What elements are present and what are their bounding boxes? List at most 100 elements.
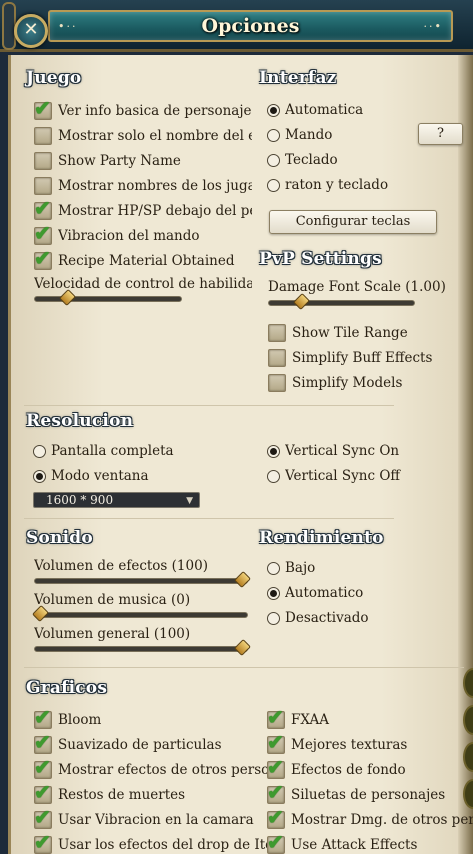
juego-option-1[interactable]: Mostrar solo el nombre del equ [34, 126, 252, 146]
checkbox[interactable]: ✔ [34, 830, 52, 854]
checkbox[interactable]: ✔ [267, 730, 285, 754]
volume-slider-1[interactable] [32, 605, 248, 622]
checkbox[interactable] [268, 374, 286, 392]
graphics-right-option-3[interactable]: ✔ Siluetas de personajes [267, 780, 473, 805]
volume-slider-2[interactable] [34, 639, 251, 656]
checkbox-label: Mostrar Dmg. de otros personajes [291, 812, 473, 828]
juego-option-4[interactable]: ✔ Mostrar HP/SP debajo del perso [34, 196, 252, 221]
damage-font-slider[interactable] [268, 293, 415, 310]
checkbox[interactable]: ✔ [34, 196, 52, 220]
radio-label: Modo ventana [51, 468, 149, 484]
juego-option-2[interactable]: Show Party Name [34, 151, 252, 171]
checkbox-label: Siluetas de personajes [291, 787, 446, 803]
skill-speed-slider[interactable] [34, 289, 182, 306]
section-rendimiento-header: Rendimiento [259, 528, 384, 548]
checkmark-icon: ✔ [267, 780, 284, 804]
pvp-option-0[interactable]: Show Tile Range [268, 323, 448, 343]
checkmark-icon: ✔ [34, 755, 51, 779]
checkbox[interactable]: ✔ [267, 780, 285, 804]
section-pvp-header: PvP Settings [259, 249, 382, 269]
checkbox[interactable]: ✔ [267, 830, 285, 854]
interfaz-option-2[interactable]: Teclado [267, 150, 417, 170]
checkbox[interactable]: ✔ [34, 96, 52, 120]
checkbox[interactable]: ✔ [34, 246, 52, 270]
radio-button[interactable] [267, 179, 280, 192]
checkmark-icon: ✔ [267, 830, 284, 854]
juego-option-0[interactable]: ✔ Ver info basica de personaje [34, 96, 252, 121]
graphics-right-option-2[interactable]: ✔ Efectos de fondo [267, 755, 473, 780]
radio-button[interactable] [267, 129, 280, 142]
radio-label: Teclado [285, 152, 338, 168]
vsync-option-0[interactable]: Vertical Sync On [267, 441, 447, 461]
graphics-right-option-1[interactable]: ✔ Mejores texturas [267, 730, 473, 755]
chevron-down-icon: ▼ [186, 496, 193, 506]
checkbox[interactable]: ✔ [34, 805, 52, 829]
checkbox-label: Mostrar HP/SP debajo del perso [58, 203, 252, 219]
radio-button[interactable] [267, 445, 280, 458]
radio-button[interactable] [33, 470, 46, 483]
interfaz-option-0[interactable]: Automatica [267, 100, 417, 120]
performance-option-2[interactable]: Desactivado [267, 608, 447, 628]
graphics-left-option-0[interactable]: ✔ Bloom [34, 705, 268, 730]
checkbox[interactable]: ✔ [34, 730, 52, 754]
performance-option-1[interactable]: Automatico [267, 583, 447, 603]
resolution-mode-1[interactable]: Modo ventana [33, 466, 233, 486]
checkbox[interactable]: ✔ [34, 705, 52, 729]
juego-option-3[interactable]: Mostrar nombres de los jugado: [34, 176, 252, 196]
checkbox[interactable] [268, 349, 286, 367]
checkbox[interactable]: ✔ [34, 221, 52, 245]
radio-button[interactable] [267, 562, 280, 575]
graphics-right-option-4[interactable]: ✔ Mostrar Dmg. de otros personajes [267, 805, 473, 830]
checkbox[interactable]: ✔ [267, 805, 285, 829]
checkbox[interactable] [34, 177, 52, 195]
graphics-left-option-2[interactable]: ✔ Mostrar efectos de otros personajes [34, 755, 268, 780]
checkmark-icon: ✔ [267, 805, 284, 829]
juego-option-6[interactable]: ✔ Recipe Material Obtained [34, 246, 252, 271]
checkbox[interactable]: ✔ [34, 780, 52, 804]
resolution-select[interactable]: 1600 * 900 ▼ [33, 492, 200, 508]
radio-dot [270, 590, 277, 597]
volume-slider-0[interactable] [34, 571, 251, 588]
window-title: Opciones [201, 15, 300, 37]
checkbox[interactable] [268, 324, 286, 342]
checkbox-label: Usar los efectos del drop de Item [58, 837, 268, 853]
checkmark-icon: ✔ [267, 705, 284, 729]
checkbox[interactable] [34, 127, 52, 145]
graphics-left-option-1[interactable]: ✔ Suavizado de particulas [34, 730, 268, 755]
radio-button[interactable] [267, 470, 280, 483]
checkbox[interactable] [34, 152, 52, 170]
title-bar: •·· Opciones ··• ✕ [0, 0, 473, 52]
radio-button[interactable] [267, 587, 280, 600]
interfaz-option-3[interactable]: raton y teclado [267, 175, 417, 195]
radio-button[interactable] [267, 104, 280, 117]
checkbox[interactable]: ✔ [267, 705, 285, 729]
graphics-left-option-3[interactable]: ✔ Restos de muertes [34, 780, 268, 805]
pvp-option-2[interactable]: Simplify Models [268, 373, 448, 393]
graphics-left-option-5[interactable]: ✔ Usar los efectos del drop de Item [34, 830, 268, 854]
radio-label: Vertical Sync Off [285, 468, 400, 484]
vsync-option-1[interactable]: Vertical Sync Off [267, 466, 447, 486]
close-icon[interactable]: ✕ [14, 14, 48, 48]
checkbox-label: Recipe Material Obtained [58, 253, 235, 269]
radio-label: Pantalla completa [51, 443, 174, 459]
pvp-option-1[interactable]: Simplify Buff Effects [268, 348, 448, 368]
checkbox[interactable]: ✔ [34, 755, 52, 779]
graphics-right-option-5[interactable]: ✔ Use Attack Effects [267, 830, 473, 854]
checkbox[interactable]: ✔ [267, 755, 285, 779]
divider [24, 518, 394, 519]
graphics-right-option-0[interactable]: ✔ FXAA [267, 705, 473, 730]
divider [24, 405, 394, 406]
juego-option-5[interactable]: ✔ Vibracion del mando [34, 221, 252, 246]
graphics-left-option-4[interactable]: ✔ Usar Vibracion en la camara [34, 805, 268, 830]
checkmark-icon: ✔ [267, 730, 284, 754]
divider [24, 667, 464, 668]
help-button[interactable]: ? [418, 123, 463, 145]
radio-button[interactable] [267, 612, 280, 625]
volume-slider-1-label: Volumen de musica (0) [34, 592, 191, 608]
resolution-mode-0[interactable]: Pantalla completa [33, 441, 233, 461]
radio-button[interactable] [267, 154, 280, 167]
configure-keys-button[interactable]: Configurar teclas [269, 210, 437, 234]
interfaz-option-1[interactable]: Mando [267, 125, 417, 145]
radio-button[interactable] [33, 445, 46, 458]
performance-option-0[interactable]: Bajo [267, 558, 447, 578]
